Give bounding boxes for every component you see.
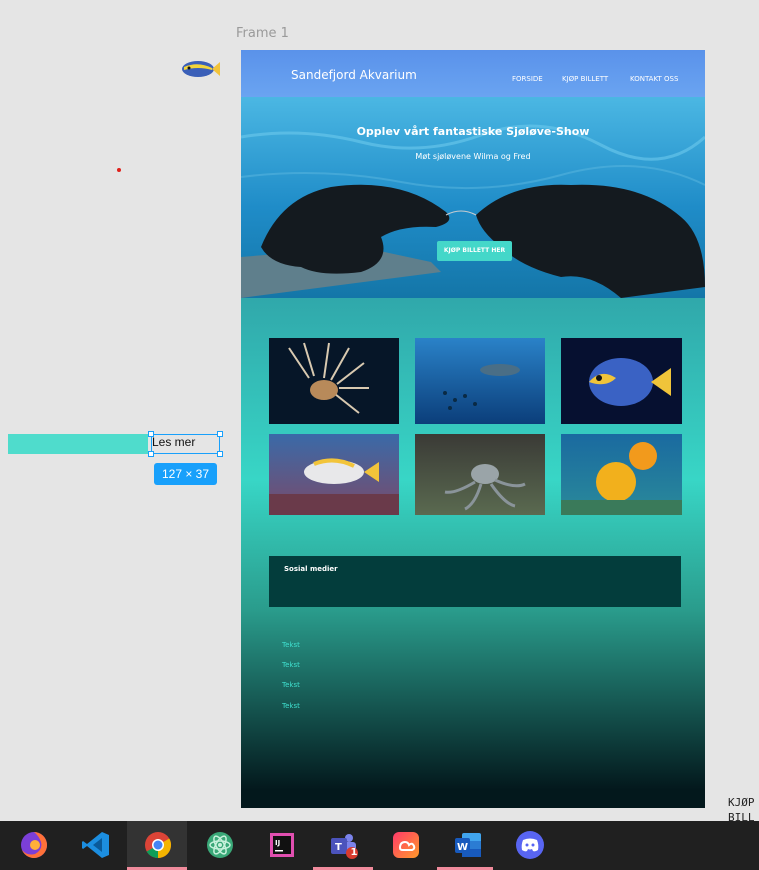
resize-handle-tl[interactable] (148, 431, 154, 437)
gallery-image-surgeonfish[interactable] (269, 434, 399, 515)
chrome-icon (145, 832, 172, 859)
taskbar-discord[interactable] (499, 821, 559, 870)
teams-badge-count: 1 (350, 847, 358, 858)
svg-text:IJ: IJ (275, 839, 280, 847)
red-dot (117, 168, 121, 172)
social-media-title: Sosial medier (284, 565, 338, 573)
site-logo[interactable]: Sandefjord Akvarium (291, 68, 417, 82)
hero-title: Opplev vårt fantastiske Sjøløve-Show (356, 125, 590, 138)
gallery-image-angelfish[interactable] (561, 338, 682, 424)
taskbar-atom[interactable] (189, 821, 249, 870)
intellij-icon: IJ (270, 833, 294, 857)
gallery-image-whale-shark[interactable] (415, 338, 545, 424)
nav-link-kjop-billett[interactable]: KJØP BILLETT (562, 75, 608, 83)
social-media-section: Sosial medier (269, 556, 681, 607)
footer-link[interactable]: Tekst (282, 641, 300, 649)
vscode-icon (82, 832, 109, 858)
selected-text-layer[interactable]: Les mer (152, 435, 195, 449)
creative-cloud-icon (393, 832, 419, 858)
footer-link[interactable]: Tekst (282, 681, 300, 689)
website-frame[interactable]: Sandefjord Akvarium FORSIDE KJØP BILLETT… (241, 50, 705, 808)
nav-link-kontakt-oss[interactable]: KONTAKT OSS (630, 75, 678, 83)
footer-link[interactable]: Tekst (282, 661, 300, 669)
gallery-image-lionfish[interactable] (269, 338, 399, 424)
taskbar-chrome[interactable] (127, 821, 187, 870)
taskbar: IJ T 1 W (0, 821, 759, 870)
nav-link-forside[interactable]: FORSIDE (512, 75, 543, 83)
gallery-image-yellow-fish[interactable] (561, 434, 682, 515)
svg-text:T: T (335, 842, 342, 853)
buy-ticket-button[interactable]: KJØP BILLETT HER (437, 241, 512, 261)
taskbar-firefox[interactable] (3, 821, 63, 870)
navbar: Sandefjord Akvarium FORSIDE KJØP BILLETT… (241, 50, 705, 97)
taskbar-teams[interactable]: T 1 (313, 821, 373, 870)
stray-text-line: KJØP (728, 796, 755, 809)
discord-icon (516, 831, 544, 859)
taskbar-intellij[interactable]: IJ (251, 821, 311, 870)
resize-handle-br[interactable] (217, 451, 223, 457)
taskbar-word[interactable]: W (437, 821, 497, 870)
footer-link[interactable]: Tekst (282, 702, 300, 710)
fish-asset-icon[interactable] (178, 58, 220, 80)
gallery-image-octopus[interactable] (415, 434, 545, 515)
hero-section: Opplev vårt fantastiske Sjøløve-Show Møt… (241, 97, 705, 298)
taskbar-vscode[interactable] (65, 821, 125, 870)
atom-icon (207, 832, 233, 858)
size-badge: 127 × 37 (154, 463, 217, 485)
hero-subtitle: Møt sjøløvene Wilma og Fred (415, 152, 531, 161)
word-icon: W (455, 833, 481, 857)
resize-handle-tr[interactable] (217, 431, 223, 437)
frame-label[interactable]: Frame 1 (236, 26, 289, 41)
taskbar-creative-cloud[interactable] (375, 821, 435, 870)
svg-text:W: W (457, 842, 468, 853)
cyan-rectangle[interactable] (8, 434, 148, 454)
firefox-icon (21, 832, 47, 858)
resize-handle-bl[interactable] (148, 451, 154, 457)
